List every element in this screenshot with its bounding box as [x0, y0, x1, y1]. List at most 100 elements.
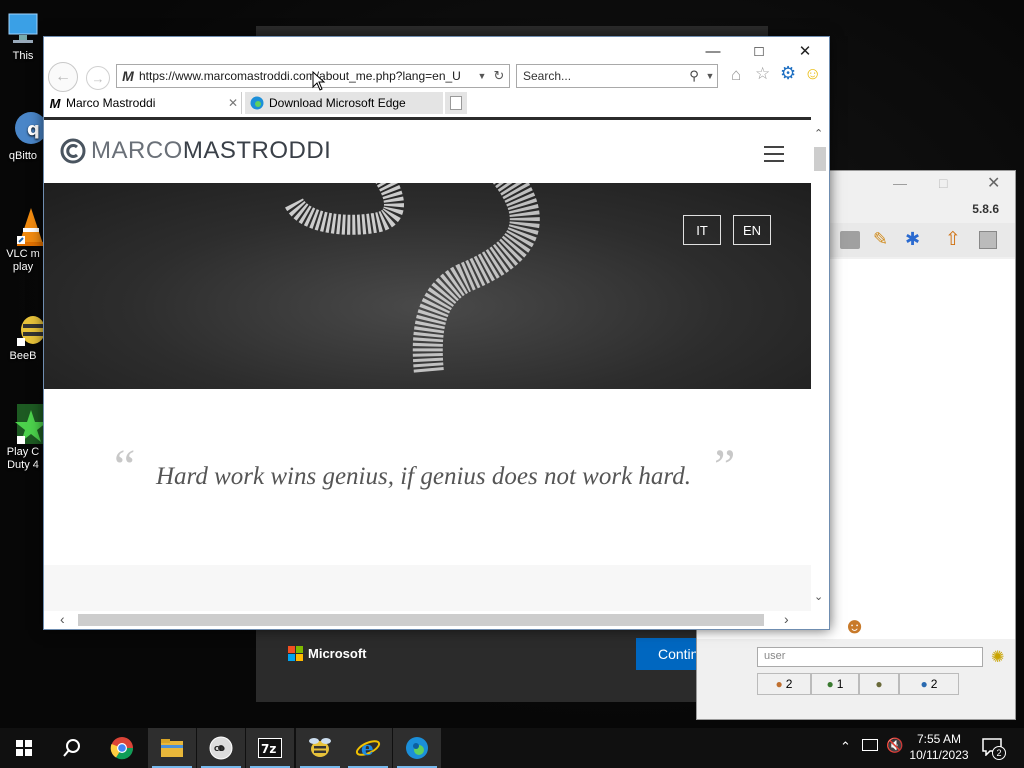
- users-small-icon: ●: [775, 677, 783, 691]
- address-dropdown-icon[interactable]: ▼: [475, 71, 489, 81]
- tab-title: Marco Mastroddi: [66, 96, 156, 110]
- horizontal-scroll-thumb[interactable]: [78, 614, 764, 626]
- tab-close-icon[interactable]: ✕: [225, 96, 241, 110]
- close-button[interactable]: ✕: [782, 37, 828, 65]
- taskbar-beebeep[interactable]: [296, 728, 344, 768]
- taskbar-edge[interactable]: [393, 728, 441, 768]
- settings-gear-icon[interactable]: ⚙: [780, 63, 796, 84]
- vertical-scrollbar[interactable]: ⌃ ⌄: [811, 125, 829, 603]
- desktop-icon-beebeep[interactable]: BeeB: [0, 308, 46, 363]
- microsoft-logo: Microsoft: [288, 646, 367, 661]
- taskbar-cdburner[interactable]: CD: [197, 728, 245, 768]
- toolbar-trash-icon[interactable]: [979, 231, 997, 249]
- status-tab-shares[interactable]: ● 2: [899, 673, 959, 695]
- scroll-down-icon[interactable]: ⌄: [814, 590, 823, 603]
- tab-download-edge[interactable]: Download Microsoft Edge: [245, 92, 443, 114]
- search-button[interactable]: [48, 728, 96, 768]
- lang-en-label: EN: [742, 222, 762, 238]
- mouse-cursor-icon: [312, 71, 326, 91]
- site-favicon: M: [122, 68, 134, 84]
- feedback-smiley-icon[interactable]: ☺: [804, 64, 821, 84]
- status-tab-groups[interactable]: ●: [859, 673, 899, 695]
- start-button[interactable]: [0, 728, 48, 768]
- lang-it-button[interactable]: IT: [683, 215, 721, 245]
- clock-date: 10/11/2023: [909, 748, 969, 762]
- search-icon: [63, 739, 80, 757]
- taskbar-internet-explorer[interactable]: e: [344, 728, 392, 768]
- hamburger-menu-button[interactable]: [764, 146, 784, 162]
- minimize-icon[interactable]: —: [893, 175, 907, 191]
- lang-it-label: IT: [696, 222, 708, 238]
- chrome-icon: [110, 737, 134, 760]
- taskbar-file-explorer[interactable]: [148, 728, 196, 768]
- search-input[interactable]: Search...: [517, 69, 685, 83]
- broom-icon[interactable]: ✺: [991, 647, 1004, 667]
- taskbar-7zip[interactable]: 7z: [246, 728, 294, 768]
- volume-muted-icon[interactable]: 🔇: [886, 737, 903, 754]
- taskbar: CD 7z e ⌃ 🔇 7:55 AM 10/11/2023 2: [0, 728, 1024, 768]
- vertical-scroll-thumb[interactable]: [814, 147, 826, 171]
- clock[interactable]: 7:55 AM 10/11/2023: [904, 731, 974, 763]
- maximize-button[interactable]: □: [736, 37, 782, 65]
- microsoft-brand-text: Microsoft: [308, 646, 367, 661]
- taskbar-chrome[interactable]: [98, 728, 146, 768]
- home-icon[interactable]: ⌂: [731, 65, 741, 85]
- bee-status-bar: ● 2 ● 1 ● ● 2: [757, 673, 997, 695]
- network-icon[interactable]: [862, 739, 878, 751]
- back-button[interactable]: ←: [48, 62, 78, 92]
- bee-version-label: 5.8.6: [972, 202, 999, 216]
- back-arrow-icon: ←: [55, 68, 71, 85]
- quote-open-mark: “: [114, 440, 136, 493]
- site-header: MARCO MASTRODDI: [44, 117, 811, 183]
- search-dropdown-icon[interactable]: ▼: [703, 71, 717, 81]
- favorites-star-icon[interactable]: ☆: [755, 64, 770, 84]
- tab-row: M Marco Mastroddi ✕ Download Microsoft E…: [44, 92, 829, 114]
- user-input[interactable]: user: [757, 647, 983, 667]
- user-input-placeholder: user: [764, 650, 786, 662]
- show-hidden-icons-chevron-icon[interactable]: ⌃: [840, 739, 851, 755]
- search-icon[interactable]: ⚲: [685, 68, 703, 84]
- desktop-icon-label: BeeB: [9, 350, 37, 362]
- hamburger-menu-icon: [764, 146, 784, 162]
- logo-first-name: MARCO: [91, 137, 183, 164]
- desktop: This q qBitto VLC m play BeeB Play C Dut…: [0, 0, 1024, 728]
- toolbar-folder-icon[interactable]: [840, 231, 860, 249]
- microsoft-logo-icon: [288, 646, 303, 661]
- status-count: 2: [930, 677, 938, 691]
- monitor-icon: [3, 8, 43, 48]
- new-tab-icon: [450, 96, 462, 110]
- tab-marco-mastroddi[interactable]: M Marco Mastroddi ✕: [44, 92, 242, 114]
- desktop-icon-qbittorrent[interactable]: q qBitto: [0, 108, 47, 163]
- toolbar-upload-icon[interactable]: ⇧: [945, 228, 961, 251]
- close-icon[interactable]: ✕: [987, 173, 1000, 193]
- forward-button[interactable]: →: [86, 66, 110, 90]
- search-box[interactable]: Search... ⚲ ▼: [516, 64, 718, 88]
- toolbar-edit-icon[interactable]: ✎: [873, 229, 888, 250]
- page-viewport: MARCO MASTRODDI IT EN “ Hard work wins g…: [44, 117, 811, 613]
- logo-last-name: MASTRODDI: [182, 137, 332, 164]
- scroll-right-icon[interactable]: ›: [784, 611, 789, 627]
- desktop-icon-call-of-duty[interactable]: Play C Duty 4: [0, 404, 47, 472]
- scroll-up-icon[interactable]: ⌃: [814, 127, 823, 140]
- refresh-icon[interactable]: ↻: [489, 68, 509, 84]
- scroll-left-icon[interactable]: ‹: [60, 611, 65, 627]
- action-center-button[interactable]: 2: [982, 738, 1006, 760]
- hero-banner: IT EN: [44, 183, 811, 389]
- desktop-icon-vlc[interactable]: VLC m play: [0, 206, 46, 274]
- lang-en-button[interactable]: EN: [733, 215, 771, 245]
- bee-icon: [309, 738, 331, 757]
- tab-title: Download Microsoft Edge: [269, 96, 406, 110]
- minimize-button[interactable]: —: [690, 37, 736, 65]
- status-tab-users[interactable]: ● 2: [757, 673, 811, 695]
- maximize-icon[interactable]: □: [939, 175, 947, 191]
- quote-text: Hard work wins genius, if genius does no…: [156, 463, 691, 490]
- new-tab-button[interactable]: [445, 92, 467, 114]
- toolbar-network-icon[interactable]: ✱: [905, 229, 920, 250]
- address-url[interactable]: https://www.marcomastroddi.com/about_me.…: [139, 69, 475, 83]
- horizontal-scrollbar[interactable]: ‹ ›: [44, 611, 811, 629]
- site-logo[interactable]: MARCO MASTRODDI: [60, 137, 331, 165]
- desktop-icon-this-pc[interactable]: This: [0, 8, 46, 63]
- clock-time: 7:55 AM: [916, 732, 962, 746]
- status-tab-chats[interactable]: ● 1: [811, 673, 859, 695]
- quote-section: “ Hard work wins genius, if genius does …: [44, 389, 811, 565]
